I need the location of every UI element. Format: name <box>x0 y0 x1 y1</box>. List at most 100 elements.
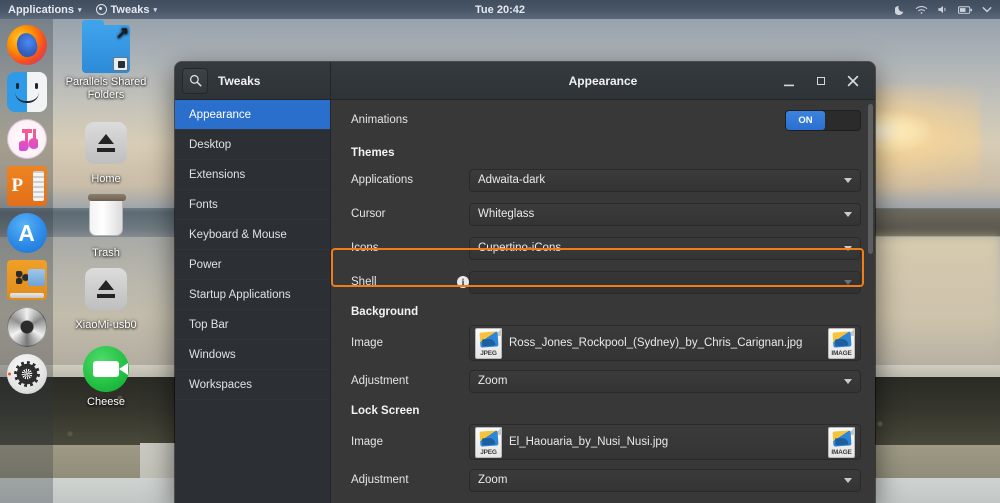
dock-item-firefox[interactable] <box>7 25 47 65</box>
row-animations: Animations ON <box>341 100 861 140</box>
lock-screen-image-button[interactable]: JPEG El_Haouaria_by_Nusi_Nusi.jpg IMAGE <box>469 424 861 460</box>
shell-theme-label: Shell i <box>341 276 469 288</box>
chevron-down-icon <box>844 379 852 384</box>
sidebar-item-windows[interactable]: Windows <box>175 340 330 370</box>
sidebar-item-label: Keyboard & Mouse <box>189 229 287 241</box>
row-lock-screen-image: Image JPEG El_Haouaria_by_Nusi_Nusi.jpg … <box>341 421 861 463</box>
shortcut-arrow-icon: ↗ <box>116 26 129 42</box>
sidebar-item-desktop[interactable]: Desktop <box>175 130 330 160</box>
background-adjustment-value: Zoom <box>478 375 507 387</box>
tweaks-menu-label: Tweaks <box>111 4 150 16</box>
shell-theme-dropdown[interactable] <box>469 271 861 294</box>
app-store-a-glyph: A <box>7 213 47 253</box>
background-heading: Background <box>341 299 861 322</box>
sidebar-item-appearance[interactable]: Appearance <box>175 100 330 130</box>
status-area[interactable] <box>895 4 992 15</box>
dock-item-app-store[interactable]: A <box>7 213 47 253</box>
search-icon <box>189 74 202 87</box>
image-preview-icon: IMAGE <box>828 328 855 359</box>
shell-theme-label-text: Shell <box>351 276 377 288</box>
jpeg-file-icon-tag: JPEG <box>476 449 501 456</box>
applications-theme-dropdown[interactable]: Adwaita-dark <box>469 169 861 192</box>
sidebar-item-power[interactable]: Power <box>175 250 330 280</box>
chevron-down-icon[interactable] <box>982 6 992 13</box>
eject-drive-icon <box>82 268 130 316</box>
sidebar-item-label: Extensions <box>189 169 245 181</box>
eject-drive-icon <box>82 122 130 170</box>
dock-item-file-transfer[interactable] <box>7 260 47 300</box>
search-button[interactable] <box>182 68 208 94</box>
sidebar-item-label: Power <box>189 259 222 271</box>
gear-icon <box>14 361 40 387</box>
dock-item-finder[interactable] <box>7 72 47 112</box>
battery-icon <box>958 5 973 15</box>
image-preview-icon-tag: IMAGE <box>829 449 854 456</box>
applications-menu-label: Applications <box>8 4 74 16</box>
background-adjustment-label: Adjustment <box>341 375 469 387</box>
lock-screen-heading: Lock Screen <box>341 398 861 421</box>
sidebar-item-fonts[interactable]: Fonts <box>175 190 330 220</box>
dock-item-disc[interactable] <box>7 307 47 347</box>
dock-item-office[interactable]: P <box>7 166 47 206</box>
animations-toggle-state: ON <box>786 111 825 130</box>
sidebar-item-top-bar[interactable]: Top Bar <box>175 310 330 340</box>
dock-item-music[interactable] <box>7 119 47 159</box>
lock-icon <box>113 57 128 71</box>
lock-screen-adjustment-value: Zoom <box>478 474 507 486</box>
lock-screen-adjustment-label: Adjustment <box>341 474 469 486</box>
desktop-icon-parallels-shared-folders[interactable]: ↗ Parallels Shared Folders <box>60 25 152 102</box>
background-image-button[interactable]: JPEG Ross_Jones_Rockpool_(Sydney)_by_Chr… <box>469 325 861 361</box>
chevron-down-icon <box>844 478 852 483</box>
office-spiral <box>33 171 44 201</box>
desktop-icon-xiaomi-usb0[interactable]: XiaoMi-usb0 <box>60 268 152 332</box>
background-adjustment-dropdown[interactable]: Zoom <box>469 370 861 393</box>
icons-theme-value: Cupertino-iCons <box>478 242 561 254</box>
close-icon <box>847 75 859 87</box>
tweaks-window-menu[interactable]: Tweaks ▾ <box>96 4 157 16</box>
close-button[interactable] <box>845 73 861 89</box>
chevron-down-icon: ▾ <box>78 6 82 14</box>
jpeg-file-icon: JPEG <box>475 328 502 359</box>
image-thumbnail-glyph <box>832 430 851 446</box>
themes-heading: Themes <box>341 140 861 163</box>
tweaks-window: Tweaks Appearance Appearance Desktop <box>175 62 875 503</box>
folder-shared-icon: ↗ <box>82 25 130 73</box>
cursor-theme-value: Whiteglass <box>478 208 534 220</box>
minimize-button[interactable] <box>781 73 797 89</box>
row-theme-icons: Icons Cupertino-iCons <box>341 231 861 265</box>
transfer-base <box>10 293 44 298</box>
sidebar-item-label: Top Bar <box>189 319 229 331</box>
dock-item-settings[interactable] <box>7 354 47 394</box>
icons-theme-dropdown[interactable]: Cupertino-iCons <box>469 237 861 260</box>
sidebar-item-keyboard-and-mouse[interactable]: Keyboard & Mouse <box>175 220 330 250</box>
row-theme-applications: Applications Adwaita-dark <box>341 163 861 197</box>
maximize-button[interactable] <box>813 73 829 89</box>
desktop-icon-trash[interactable]: Trash <box>60 196 152 260</box>
chevron-down-icon <box>844 246 852 251</box>
background-image-filename: Ross_Jones_Rockpool_(Sydney)_by_Chris_Ca… <box>509 337 821 349</box>
sidebar-item-extensions[interactable]: Extensions <box>175 160 330 190</box>
vertical-scrollbar[interactable] <box>868 104 873 254</box>
music-note-icon <box>19 129 38 151</box>
sidebar-item-label: Appearance <box>189 109 251 121</box>
sidebar-item-label: Windows <box>189 349 236 361</box>
night-light-moon-icon <box>895 4 906 15</box>
sidebar-item-workspaces[interactable]: Workspaces <box>175 370 330 400</box>
desktop-icon-home[interactable]: Home <box>60 122 152 186</box>
cursor-theme-dropdown[interactable]: Whiteglass <box>469 203 861 226</box>
lock-screen-adjustment-dropdown[interactable]: Zoom <box>469 469 861 492</box>
row-theme-cursor: Cursor Whiteglass <box>341 197 861 231</box>
desktop-icon-cheese[interactable]: Cheese <box>60 345 152 409</box>
animations-toggle[interactable]: ON <box>785 110 861 131</box>
window-titlebar: Tweaks Appearance <box>175 62 875 100</box>
sidebar-title: Tweaks <box>218 74 260 88</box>
desktop-icon-label: XiaoMi-usb0 <box>60 319 152 332</box>
volume-icon <box>937 4 949 15</box>
sidebar-item-startup-applications[interactable]: Startup Applications <box>175 280 330 310</box>
info-icon[interactable]: i <box>457 276 469 288</box>
lock-screen-image-filename: El_Haouaria_by_Nusi_Nusi.jpg <box>509 436 821 448</box>
applications-menu[interactable]: Applications ▾ <box>8 4 82 16</box>
row-lock-screen-adjustment: Adjustment Zoom <box>341 463 861 497</box>
office-p-glyph: P <box>12 175 24 197</box>
transfer-share-icon <box>16 271 28 284</box>
